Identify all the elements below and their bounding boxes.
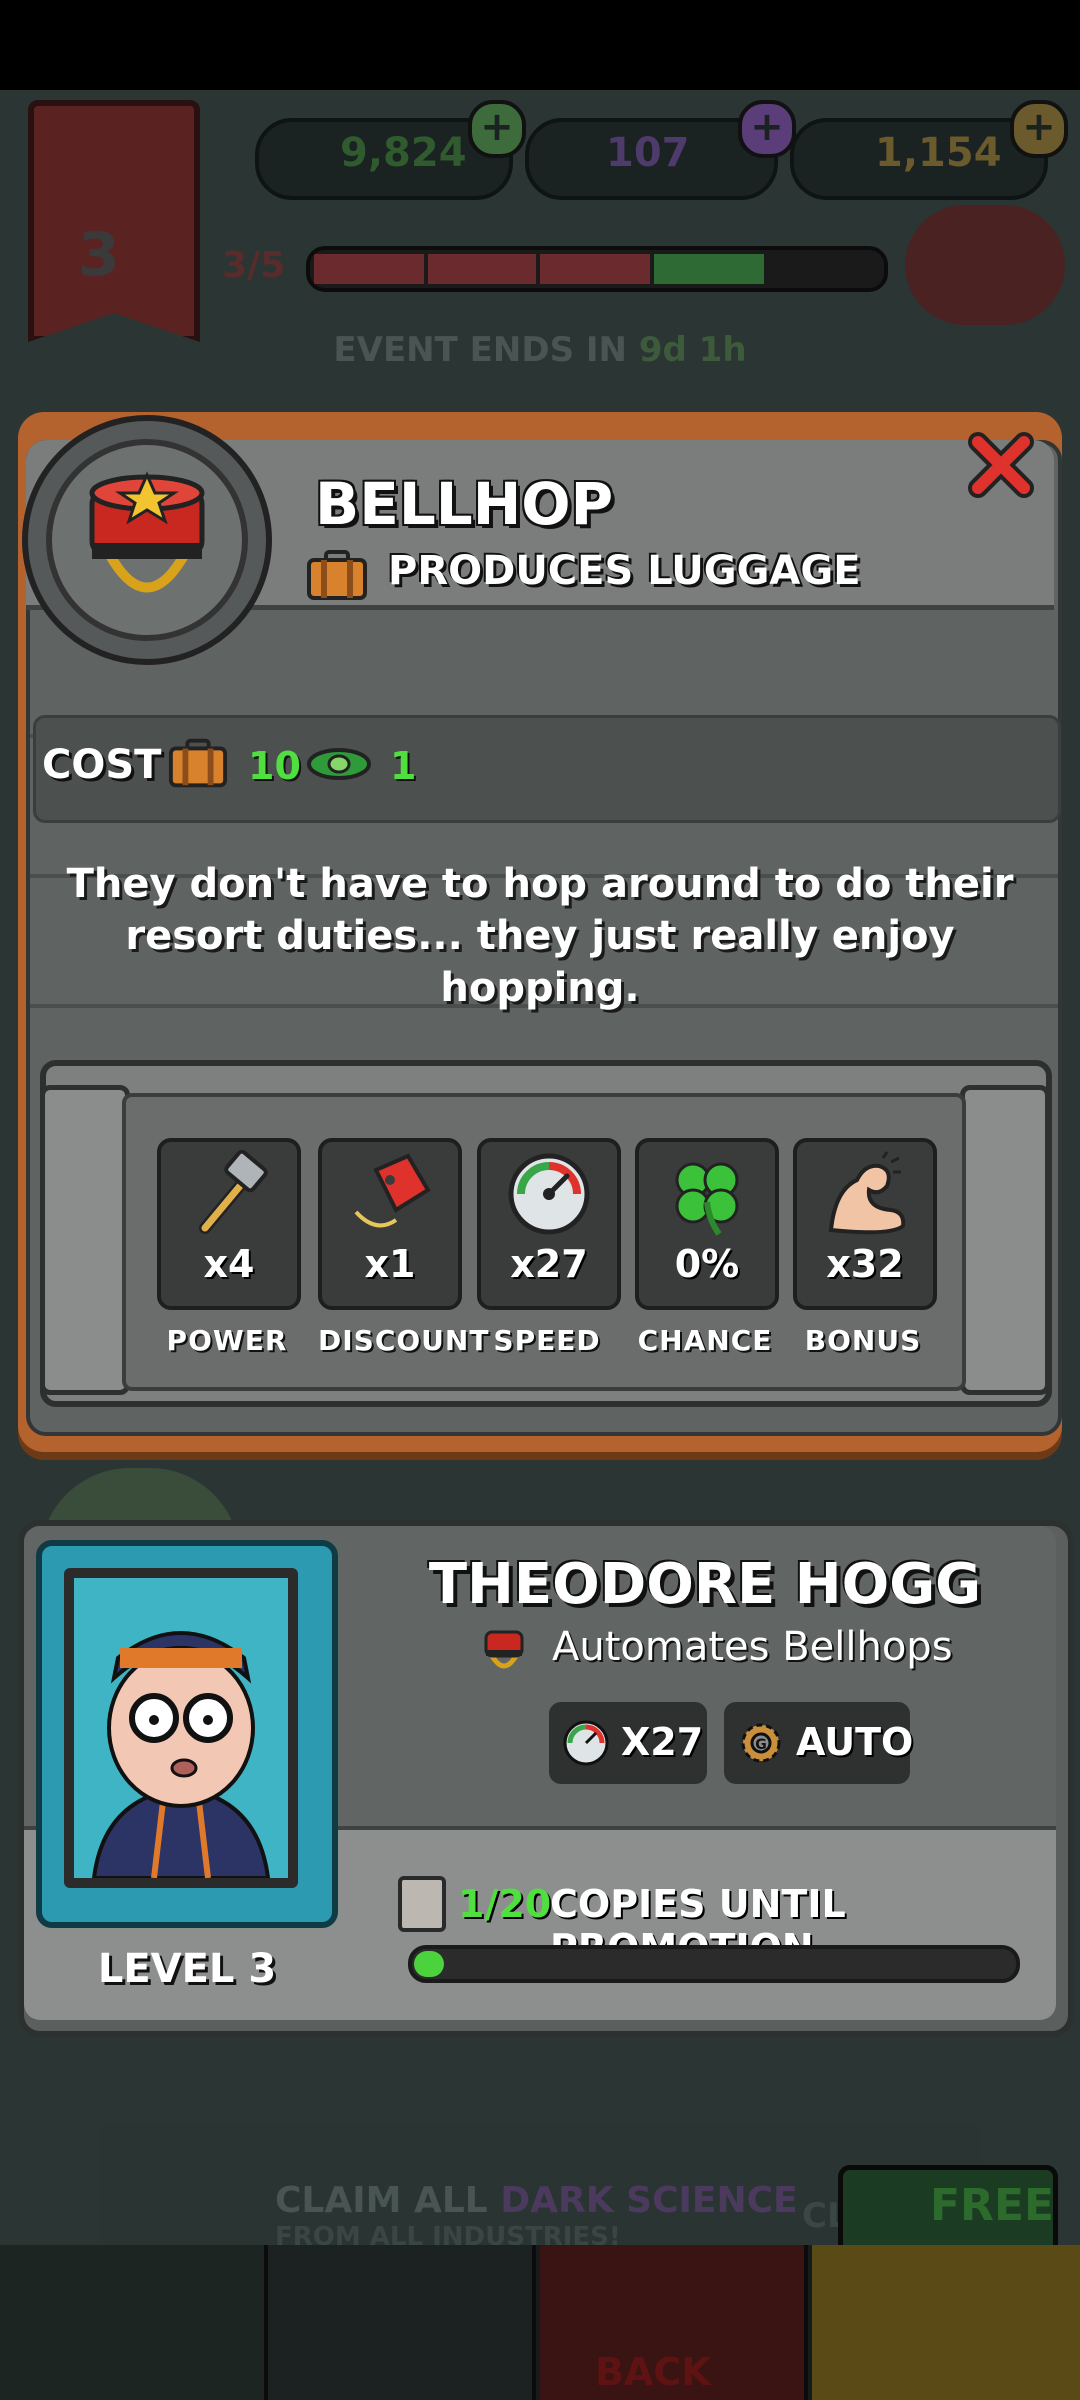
nav-tab-cards[interactable] bbox=[268, 2245, 536, 2400]
close-icon[interactable] bbox=[968, 432, 1034, 498]
stat-bonus[interactable]: x32 BONUS bbox=[793, 1138, 937, 1357]
progress-bar bbox=[306, 246, 888, 292]
nav-tab-flag[interactable] bbox=[0, 2245, 268, 2400]
event-timer: EVENT ENDS IN 9d 1h bbox=[333, 330, 747, 370]
manager-level: LEVEL 3 bbox=[97, 1946, 277, 1992]
bellhop-hat-small-icon bbox=[484, 1630, 524, 1669]
price-tag-icon bbox=[354, 1153, 431, 1228]
stat-chance[interactable]: 0% CHANCE bbox=[635, 1138, 779, 1357]
stat-discount[interactable]: x1 DISCOUNT bbox=[318, 1138, 488, 1357]
progress-count: 3/5 bbox=[222, 245, 286, 286]
manager-automates: Automates Bellhops bbox=[552, 1624, 953, 1670]
manager-name: THEODORE HOGG bbox=[428, 1552, 982, 1617]
claim-text: CLAIM ALL DARK SCIENCE bbox=[275, 2180, 798, 2221]
speedometer-icon bbox=[563, 1720, 609, 1766]
bellhop-hat-icon bbox=[89, 471, 205, 593]
card-subtitle: PRODUCES LUGGAGE bbox=[388, 548, 861, 594]
cost-luggage-value: 10 bbox=[248, 744, 301, 788]
promotion-count: 1/20 bbox=[458, 1882, 552, 1926]
luggage-icon bbox=[307, 550, 367, 600]
level-banner-number: 3 bbox=[78, 220, 120, 290]
stats-post-left bbox=[40, 1085, 130, 1395]
back-label: BACK bbox=[595, 2350, 711, 2394]
promotion-progress-fill bbox=[414, 1951, 444, 1977]
bellhop-portrait bbox=[22, 415, 272, 665]
potion-plus-icon: + bbox=[738, 100, 796, 158]
hammer-icon bbox=[199, 1150, 268, 1234]
manager-speed-chip: X27 bbox=[549, 1702, 707, 1784]
manager-portrait-frame[interactable] bbox=[36, 1540, 338, 1928]
stats-post-right bbox=[960, 1085, 1050, 1395]
cost-luggage-icon bbox=[168, 738, 228, 788]
promotion-card-icon bbox=[398, 1876, 446, 1932]
svg-text:G: G bbox=[755, 1737, 767, 1753]
speedometer-icon bbox=[508, 1153, 590, 1235]
stat-speed[interactable]: x27 SPEED bbox=[477, 1138, 621, 1357]
nav-tab-chest[interactable] bbox=[812, 2245, 1080, 2400]
card-title: BELLHOP bbox=[315, 470, 614, 538]
cost-cash-icon bbox=[307, 748, 371, 780]
cost-cash-value: 1 bbox=[390, 744, 417, 788]
stat-power[interactable]: x4 POWER bbox=[157, 1138, 301, 1357]
cash-plus-icon: + bbox=[468, 100, 526, 158]
cost-label: COST bbox=[42, 742, 162, 788]
cash-amount: 9,824 bbox=[340, 130, 467, 176]
gear-icon: G bbox=[741, 1723, 781, 1763]
status-bar bbox=[0, 0, 1080, 90]
manager-portrait bbox=[74, 1578, 288, 1880]
clover-icon bbox=[675, 1162, 739, 1236]
manager-auto-chip: G AUTO bbox=[724, 1702, 913, 1784]
flexed-arm-icon bbox=[828, 1151, 906, 1235]
promotion-progress-bar bbox=[408, 1945, 1020, 1983]
gold-amount: 1,154 bbox=[875, 130, 1002, 176]
card-description: They don't have to hop around to do thei… bbox=[66, 861, 1014, 1011]
manager-face-icon bbox=[91, 1631, 271, 1880]
potion-amount: 107 bbox=[606, 130, 690, 176]
gold-plus-icon: + bbox=[1010, 100, 1068, 158]
free-label: FREE bbox=[930, 2180, 1055, 2231]
reward-laurel-icon bbox=[905, 205, 1065, 325]
